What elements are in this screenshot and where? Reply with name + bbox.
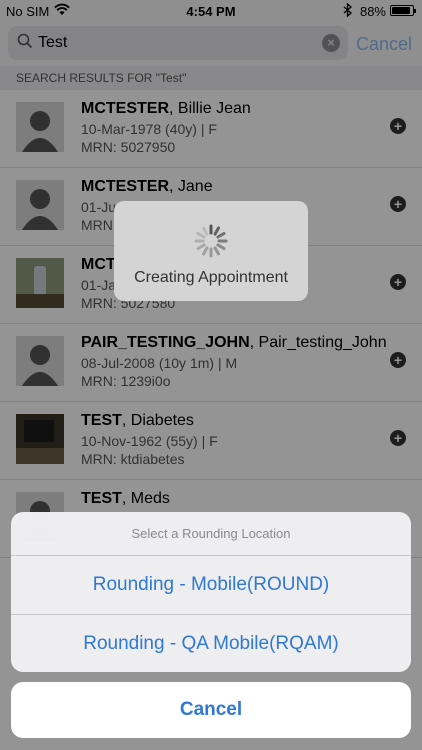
progress-hud: Creating Appointment — [114, 201, 308, 301]
option-rounding-mobile[interactable]: Rounding - Mobile(ROUND) — [11, 556, 411, 614]
hud-label: Creating Appointment — [134, 269, 288, 286]
action-sheet: Select a Rounding Location Rounding - Mo… — [11, 512, 411, 672]
action-sheet-cancel-button[interactable]: Cancel — [11, 682, 411, 738]
option-rounding-qa-mobile[interactable]: Rounding - QA Mobile(RQAM) — [11, 614, 411, 672]
action-sheet-title: Select a Rounding Location — [11, 512, 411, 556]
spinner-icon — [194, 224, 228, 258]
